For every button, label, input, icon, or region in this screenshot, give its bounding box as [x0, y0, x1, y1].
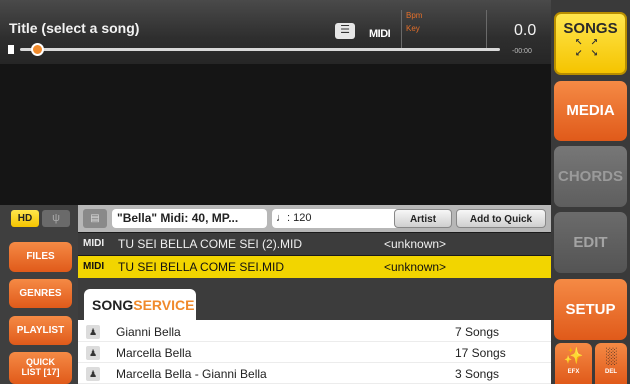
time-counter: 0.0: [514, 22, 537, 39]
quick-list-label-1: QUICK: [26, 357, 55, 367]
song-title: Title (select a song): [9, 20, 140, 36]
file-row[interactable]: MIDI TU SEI BELLA COME SEI (2).MID <unkn…: [78, 233, 551, 255]
key-label: Key: [406, 24, 420, 33]
progress-track[interactable]: [20, 48, 500, 51]
trash-icon: ░: [605, 348, 617, 365]
song-count: 17 Songs: [455, 346, 506, 360]
remaining-time: -00:00: [512, 48, 532, 55]
setup-button[interactable]: SETUP: [554, 279, 627, 340]
logo-service: SERVICE: [133, 297, 195, 313]
right-menu: SONGS ↖↗ ↙↘ MEDIA CHORDS EDIT SETUP ✨ EFX…: [551, 0, 630, 384]
player-bar: Title (select a song) ☰ MIDI Bpm Key 0.0…: [0, 0, 551, 64]
file-row-selected[interactable]: MIDI TU SEI BELLA COME SEI.MID <unknown>: [78, 256, 551, 278]
songs-label: SONGS: [563, 20, 618, 37]
list-icon[interactable]: ☰: [335, 23, 355, 39]
browser-toolbar: ▤ "Bella" Midi: 40, MP... ♩: 120 Mk Arti…: [78, 205, 551, 232]
search-field[interactable]: "Bella" Midi: 40, MP...: [112, 209, 267, 228]
app-root: Title (select a song) ☰ MIDI Bpm Key 0.0…: [0, 0, 630, 384]
file-name: TU SEI BELLA COME SEI (2).MID: [118, 237, 303, 251]
song-count: 3 Songs: [455, 367, 500, 381]
artist-name: Marcella Bella: [116, 346, 192, 360]
files-button[interactable]: FILES: [9, 242, 72, 272]
song-service-bar: SONGSERVICE: [78, 283, 551, 320]
artist-row[interactable]: ♟ Gianni Bella 7 Songs: [78, 322, 551, 342]
song-service-logo[interactable]: SONGSERVICE: [84, 289, 196, 320]
efx-button[interactable]: ✨ EFX: [555, 343, 592, 384]
folder-icon[interactable]: ▤: [83, 209, 107, 228]
quick-list-button[interactable]: QUICK LIST [17]: [9, 352, 72, 384]
logo-song: SONG: [92, 297, 134, 313]
left-menu: HD ψ FILES GENRES PLAYLIST QUICK LIST [1…: [0, 205, 78, 384]
person-icon: ♟: [86, 325, 100, 339]
usb-icon[interactable]: ψ: [42, 210, 70, 227]
edit-button[interactable]: EDIT: [554, 212, 627, 273]
file-name: TU SEI BELLA COME SEI.MID: [118, 260, 285, 274]
artist-list: ♟ Gianni Bella 7 Songs ♟ Marcella Bella …: [78, 320, 551, 384]
artist-name: Marcella Bella - Gianni Bella: [116, 367, 267, 381]
chords-button[interactable]: CHORDS: [554, 146, 627, 207]
progress-knob[interactable]: [31, 43, 44, 56]
bpm-label: Bpm: [406, 11, 423, 20]
file-artist: <unknown>: [384, 237, 447, 251]
genres-button[interactable]: GENRES: [9, 279, 72, 308]
midi-icon: MIDI: [83, 261, 105, 272]
quick-list-label-2: LIST [17]: [21, 367, 60, 377]
tempo-value: ♩: 120: [276, 212, 312, 224]
expand-icon: ↖↗ ↙↘: [574, 37, 607, 58]
song-count: 7 Songs: [455, 325, 500, 339]
separator: [486, 10, 487, 48]
efx-label: EFX: [567, 369, 580, 375]
separator: [401, 10, 402, 48]
person-icon: ♟: [86, 367, 100, 381]
hd-button[interactable]: HD: [11, 210, 39, 227]
midi-indicator: MIDI: [369, 28, 391, 40]
media-button[interactable]: MEDIA: [554, 81, 627, 141]
artist-row[interactable]: ♟ Marcella Bella - Gianni Bella 3 Songs: [78, 364, 551, 384]
midi-icon: MIDI: [83, 238, 105, 249]
playlist-button[interactable]: PLAYLIST: [9, 316, 72, 345]
artist-button[interactable]: Artist: [394, 209, 452, 228]
artist-name: Gianni Bella: [116, 325, 181, 339]
wand-icon: ✨: [563, 348, 584, 365]
artist-row[interactable]: ♟ Marcella Bella 17 Songs: [78, 343, 551, 363]
video-area: [0, 64, 551, 205]
person-icon: ♟: [86, 346, 100, 360]
loop-start-marker[interactable]: [8, 45, 14, 54]
delete-button[interactable]: ░ DEL: [595, 343, 627, 384]
songs-button[interactable]: SONGS ↖↗ ↙↘: [554, 12, 627, 75]
delete-label: DEL: [605, 369, 617, 375]
add-to-quick-button[interactable]: Add to Quick: [456, 209, 546, 228]
file-artist: <unknown>: [384, 260, 447, 274]
